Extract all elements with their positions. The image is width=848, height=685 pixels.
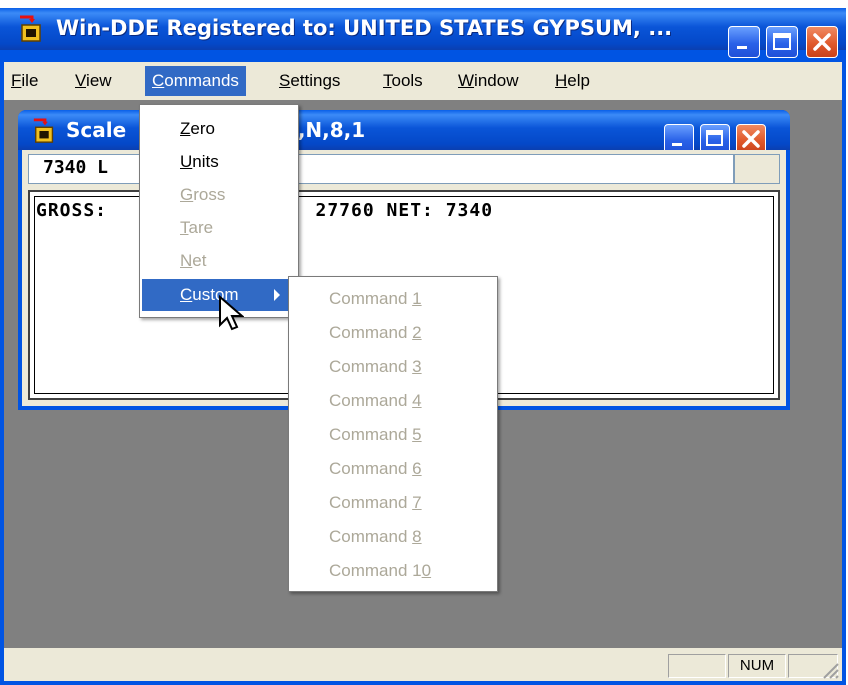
menu-commands[interactable]: Commands [145, 66, 246, 96]
menu-bar: File View Commands Settings Tools Window… [4, 62, 842, 100]
status-panel-num: NUM [728, 654, 786, 678]
menu-window[interactable]: Window [451, 66, 525, 96]
close-icon [742, 130, 760, 148]
submenu-item-command-3[interactable]: Command 3 [291, 351, 422, 383]
scale-readout-left: GROSS: [36, 200, 108, 221]
submenu-item-command-5[interactable]: Command 5 [291, 419, 422, 451]
units-side-button[interactable] [734, 154, 780, 184]
minimize-button[interactable] [728, 26, 760, 58]
status-bar: NUM [4, 648, 842, 681]
status-panel-blank [668, 654, 726, 678]
commands-menu: Zero Units Gross Tare Net Custom [139, 104, 299, 331]
submenu-item-command-4[interactable]: Command 4 [291, 385, 422, 417]
units-field[interactable]: 7340 L [28, 154, 734, 184]
scale-readout-right: E: 27760 NET: 7340 [280, 200, 494, 221]
submenu-item-command-2[interactable]: Command 2 [291, 317, 422, 349]
maximize-icon [706, 130, 723, 146]
menu-item-zero[interactable]: Zero [142, 113, 292, 145]
size-grip-icon[interactable] [820, 660, 840, 680]
app-icon [18, 15, 46, 43]
minimize-icon [737, 46, 747, 49]
mouse-cursor-icon [218, 294, 245, 338]
submenu-item-command-6[interactable]: Command 6 [291, 453, 422, 485]
menu-item-net[interactable]: Net [142, 245, 292, 277]
main-title-bar[interactable]: Win-DDE Registered to: UNITED STATES GYP… [0, 8, 846, 58]
menu-item-tare[interactable]: Tare [142, 212, 292, 244]
maximize-icon [773, 33, 791, 50]
child-app-icon [32, 118, 58, 144]
custom-submenu: Command 1 Command 2 Command 3 Command 4 … [288, 276, 498, 592]
menu-item-gross[interactable]: Gross [142, 179, 292, 211]
submenu-arrow-icon [272, 279, 282, 322]
menu-help[interactable]: Help [548, 66, 597, 96]
child-window-title: Scale [66, 118, 127, 142]
child-title-bar[interactable]: Scale 00,N,8,1 [18, 110, 790, 154]
menu-tools[interactable]: Tools [376, 66, 430, 96]
close-icon [813, 33, 831, 51]
submenu-item-command-7[interactable]: Command 7 [291, 487, 422, 519]
menu-view[interactable]: View [68, 66, 119, 96]
close-button[interactable] [806, 26, 838, 58]
main-window-title: Win-DDE Registered to: UNITED STATES GYP… [56, 16, 673, 40]
submenu-item-command-8[interactable]: Command 8 [291, 521, 422, 553]
menu-file[interactable]: File [4, 66, 45, 96]
maximize-button[interactable] [766, 26, 798, 58]
submenu-item-command-10[interactable]: Command 10 [291, 555, 431, 587]
menu-settings[interactable]: Settings [272, 66, 347, 96]
menu-item-units[interactable]: Units [142, 146, 292, 178]
units-value: 7340 L [43, 157, 109, 178]
submenu-item-command-1[interactable]: Command 1 [291, 283, 422, 315]
minimize-icon [672, 143, 682, 146]
